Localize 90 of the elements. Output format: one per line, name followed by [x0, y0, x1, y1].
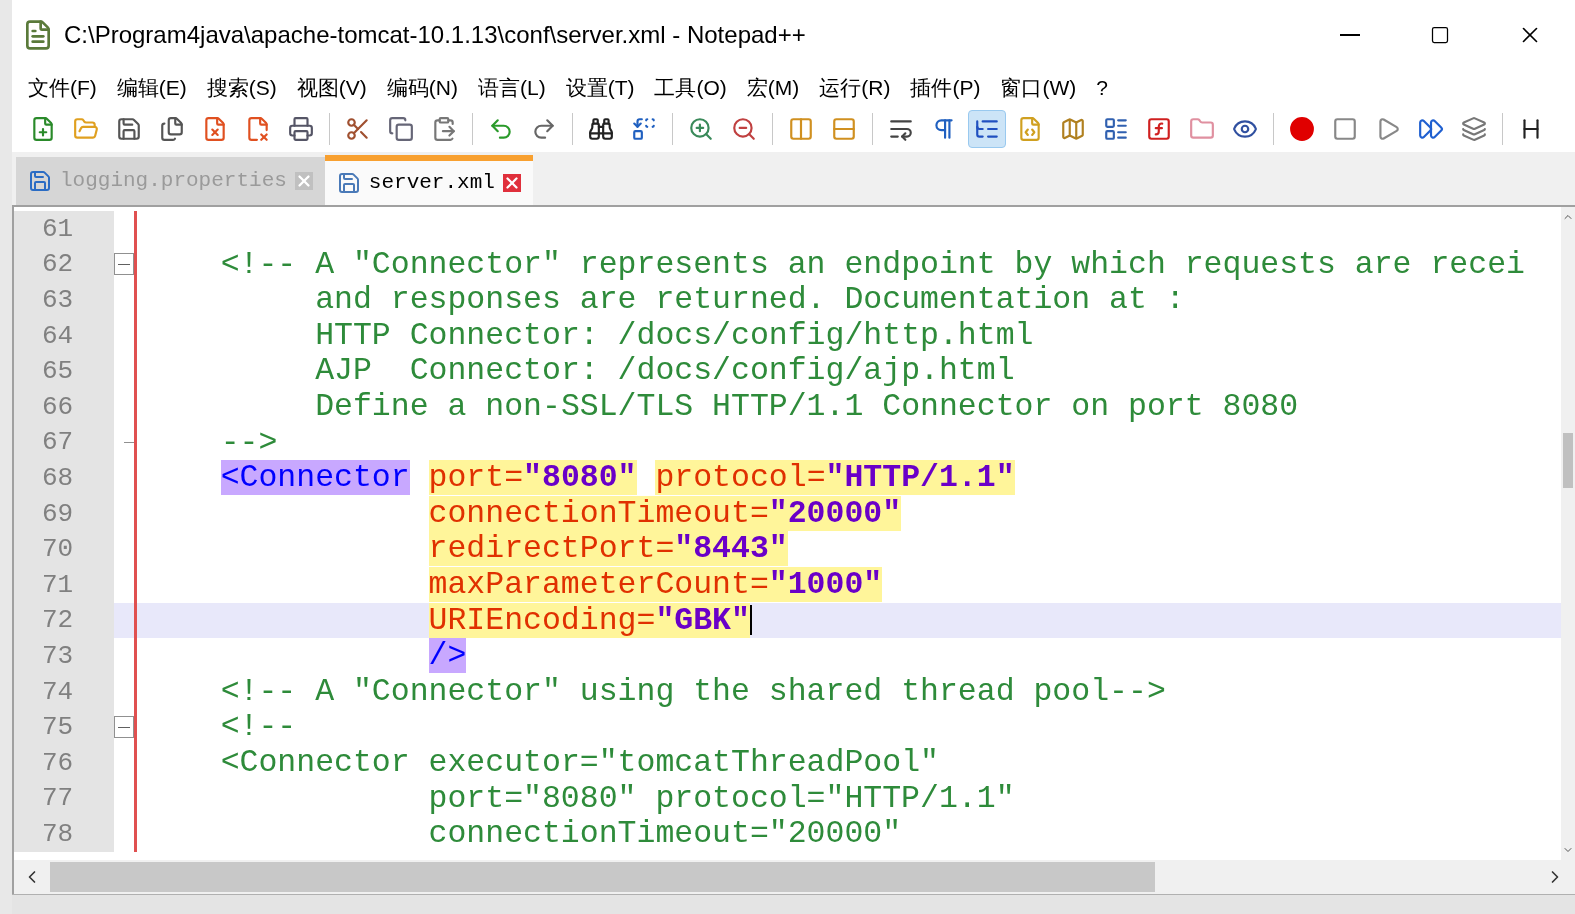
split-columns-icon [788, 116, 814, 142]
line-number: 72 [42, 607, 74, 634]
line-number: 61 [42, 215, 74, 242]
menu-item[interactable]: 运行(R) [809, 72, 901, 104]
fold-toggle[interactable] [114, 253, 134, 276]
split-rows-icon [831, 116, 857, 142]
tab-label: server.xml [368, 170, 495, 197]
zoom-out-icon [731, 116, 757, 142]
folder-icon [73, 116, 99, 142]
code-line: HTTP Connector: /docs/config/http.html [314, 319, 1034, 352]
minimize-icon [1340, 34, 1360, 36]
menu-item[interactable]: 工具(O) [644, 72, 737, 104]
line-number: 66 [42, 393, 74, 420]
menu-item[interactable]: 编码(N) [376, 72, 468, 104]
document-list-icon [1103, 116, 1129, 142]
code-file-icon [1017, 116, 1043, 142]
menu-item[interactable]: 文件(F) [18, 72, 107, 104]
fold-toggle[interactable] [114, 716, 134, 739]
code-line: Define a non-SSL/TLS HTTP/1.1 Connector on port 8080 [314, 391, 1299, 423]
menu-item[interactable]: 设置(T) [555, 72, 645, 104]
line-number: 68 [42, 464, 74, 491]
fast-forward-icon [1418, 116, 1444, 142]
horizontal-scrollbar[interactable] [12, 860, 1575, 894]
map-icon [1060, 116, 1086, 142]
scrollbar-thumb[interactable] [1563, 433, 1573, 488]
menu-item[interactable]: 编辑(E) [106, 72, 197, 104]
line-number: 62 [42, 251, 74, 278]
text-caret [749, 605, 752, 636]
scrollbar-thumb[interactable] [50, 862, 1155, 892]
line-number: 67 [42, 429, 74, 456]
window-title: C:\Program4java\apache-tomcat-10.1.13\conf\server.xml - Notepad++ [64, 20, 806, 50]
code-line: <!-- [219, 711, 297, 743]
line-number: 64 [42, 322, 74, 349]
tab-label: logging.properties [60, 168, 287, 195]
stop-icon [1332, 116, 1358, 142]
line-number: 78 [42, 820, 74, 847]
zoom-in-icon [688, 116, 714, 142]
record-icon [1289, 116, 1315, 142]
line-number: 70 [42, 536, 74, 563]
binoculars-icon [588, 116, 614, 142]
layers-icon [1461, 116, 1487, 142]
save-icon [28, 169, 52, 193]
line-number: 71 [42, 571, 74, 598]
save-icon [336, 171, 361, 195]
folder-icon [1189, 116, 1215, 142]
code-line: connectionTimeout="20000" [427, 818, 902, 850]
new-file-icon [30, 116, 56, 142]
code-line: redirectPort="8443" [427, 533, 788, 565]
line-number: 77 [42, 785, 74, 812]
code-line: and responses are returned. Documentation at : [314, 284, 1185, 316]
menu-item[interactable]: 宏(M) [736, 72, 810, 104]
copy-icon [388, 116, 414, 142]
line-number: 63 [42, 287, 74, 313]
code-line: --> [219, 426, 278, 459]
menu-item[interactable]: 搜索(S) [196, 72, 287, 104]
maximize-icon [1430, 25, 1450, 45]
code-line: <!-- A "Connector" using the shared thread pool--> [219, 675, 1166, 708]
line-number: 76 [42, 749, 74, 776]
menu-item[interactable]: 窗口(W) [990, 72, 1087, 104]
code-line: <Connector port="8080" protocol="HTTP/1.1" [219, 462, 1015, 494]
code-line: AJP Connector: /docs/config/ajp.html [314, 355, 1015, 387]
replace-icon [631, 116, 657, 142]
line-number: 73 [42, 642, 74, 669]
cut-icon [345, 116, 371, 142]
close-files-icon [245, 116, 271, 142]
vertical-scrollbar[interactable] [1561, 207, 1575, 860]
undo-icon [488, 116, 514, 142]
file-tab[interactable]: server.xml [324, 155, 533, 205]
code-line: connectionTimeout="20000" [427, 497, 902, 530]
line-number: 74 [42, 678, 74, 705]
close-file-icon [202, 116, 228, 142]
code-line: <Connector executor="tomcatThreadPool" [219, 746, 939, 779]
code-line: <!-- A "Connector" represents an endpoint by which requests are recei [219, 248, 1525, 281]
function-icon [1146, 116, 1172, 142]
menu-item[interactable]: ? [1086, 72, 1118, 104]
code-line: maxParameterCount="1000" [427, 569, 883, 601]
menu-item[interactable]: 视图(V) [286, 72, 377, 104]
code-line: port="8080" protocol="HTTP/1.1" [427, 782, 1015, 815]
code-line: URIEncoding="GBK" [427, 604, 750, 637]
close-tab-icon[interactable] [502, 174, 521, 192]
save-icon [116, 116, 142, 142]
menu-item[interactable]: 语言(L) [468, 72, 556, 104]
paste-icon [431, 116, 457, 142]
menu-item[interactable]: 插件(P) [900, 72, 991, 104]
print-icon [288, 116, 314, 142]
line-number: 75 [42, 714, 74, 741]
line-number: 69 [42, 500, 74, 527]
line-number: 65 [42, 358, 74, 385]
redo-icon [531, 116, 557, 142]
documents-icon [159, 116, 185, 142]
